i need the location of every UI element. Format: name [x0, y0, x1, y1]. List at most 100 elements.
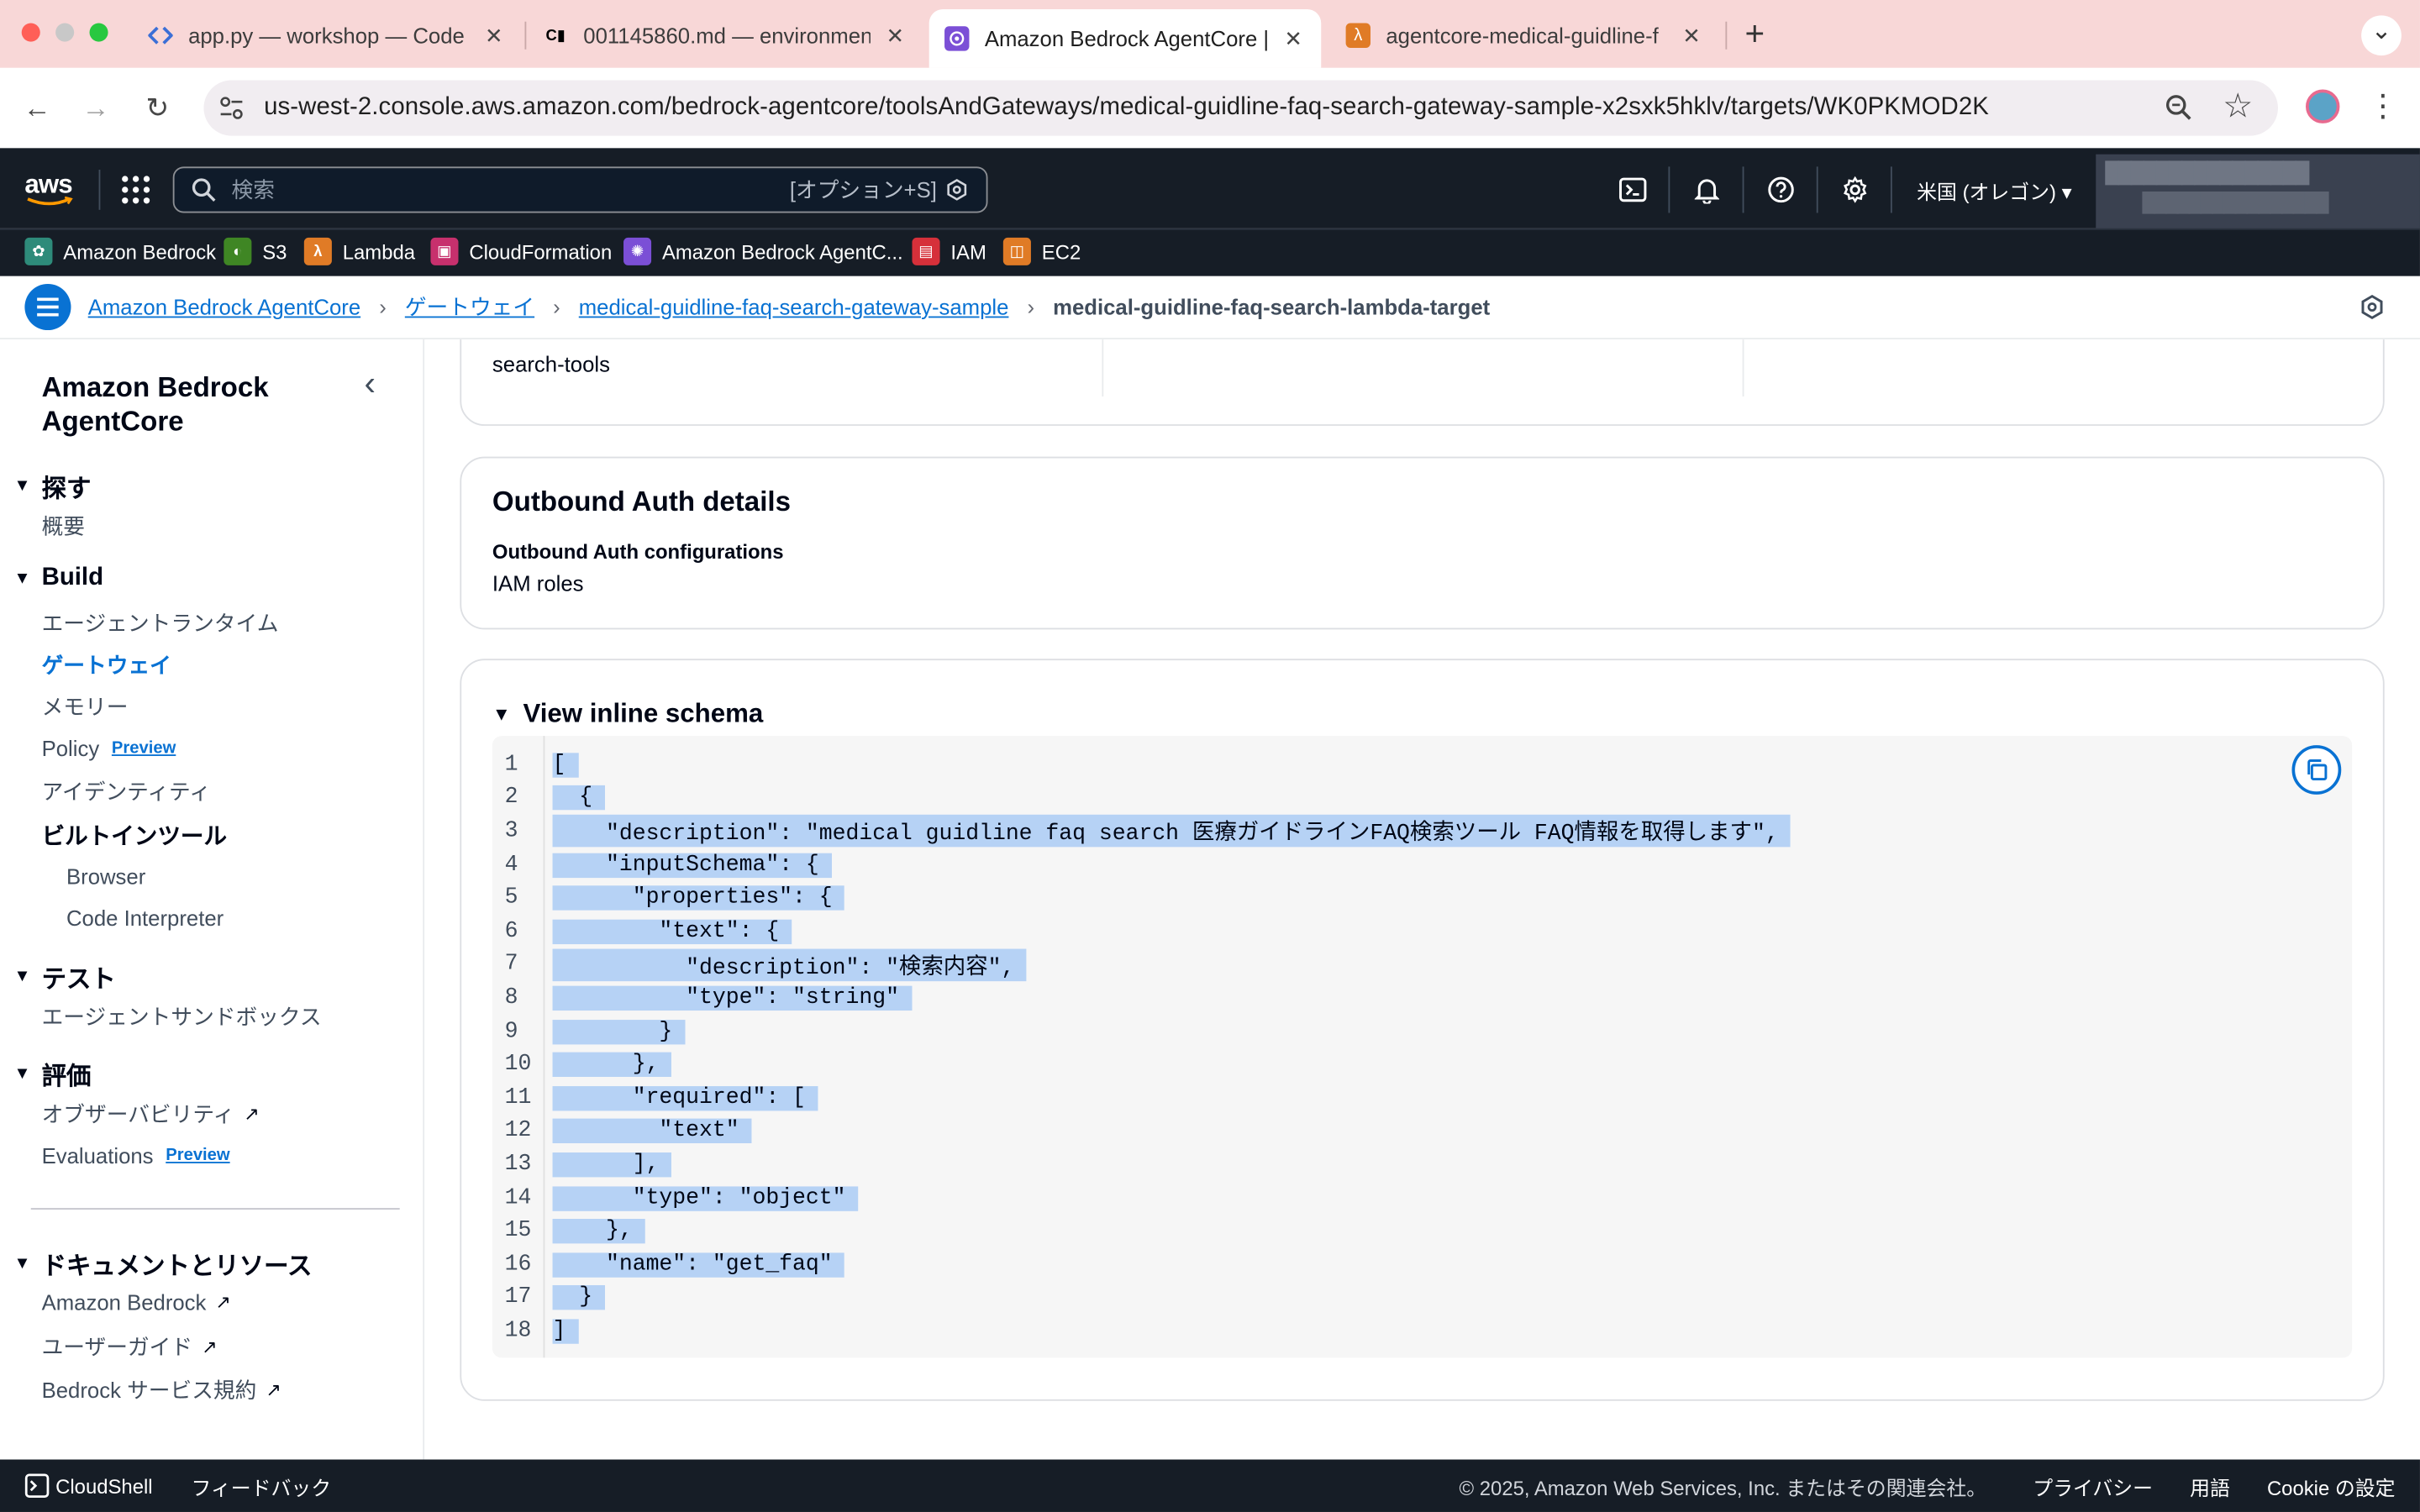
close-tab-icon[interactable]: ✕	[1281, 25, 1305, 51]
close-tab-icon[interactable]: ✕	[883, 23, 908, 49]
zoom-icon[interactable]	[2164, 92, 2195, 123]
code-text: "type": "string"	[552, 985, 912, 1011]
line-number: 13	[504, 1152, 532, 1178]
back-button[interactable]: ←	[15, 87, 58, 129]
services-grid-icon[interactable]	[120, 175, 151, 206]
favorite-ec2[interactable]: ◫ EC2	[1002, 234, 1081, 268]
sidebar-item-agent-sandbox[interactable]: エージェントサンドボックス	[42, 1001, 322, 1032]
view-inline-schema-toggle[interactable]: ▼ View inline schema	[492, 699, 763, 730]
code-line: 4 "inputSchema": {	[505, 848, 1791, 882]
code-line: 1[	[505, 748, 1791, 782]
privacy-link[interactable]: プライバシー	[2033, 1471, 2153, 1500]
forward-button[interactable]: →	[74, 87, 117, 129]
breadcrumb-gateway-link[interactable]: ゲートウェイ	[405, 291, 534, 323]
caret-down-icon: ▼	[13, 1064, 31, 1084]
console-search-input[interactable]: 検索 [オプション+S]	[172, 166, 988, 213]
preview-badge[interactable]: Preview	[166, 1147, 229, 1165]
new-tab-button[interactable]: +	[1738, 14, 1771, 52]
sidebar-divider	[30, 1208, 400, 1210]
browser-tab-active[interactable]: Amazon Bedrock AgentCore | ✕	[929, 9, 1322, 68]
line-number: 6	[504, 919, 518, 944]
sidebar-item-browser[interactable]: Browser	[66, 864, 145, 889]
external-link-icon: ↗	[244, 1103, 260, 1125]
code-text: "text"	[552, 1119, 752, 1144]
info-panel-icon[interactable]	[2360, 294, 2384, 320]
sidebar-section-docs[interactable]: ▼ ドキュメントとリソース	[14, 1245, 313, 1282]
help-icon[interactable]	[1761, 170, 1802, 210]
sidebar-item-policy[interactable]: Policy Preview	[42, 736, 176, 760]
favorite-s3[interactable]: ◐ S3	[224, 234, 287, 268]
code-line: 2 {	[505, 781, 1791, 815]
copy-button[interactable]	[2291, 745, 2342, 795]
favorite-lambda[interactable]: λ Lambda	[303, 234, 415, 268]
browser-tab[interactable]: λ agentcore-medical-guidline-f ✕	[1330, 9, 1719, 61]
sidebar-item-evaluations[interactable]: Evaluations Preview	[42, 1143, 230, 1168]
line-number: 18	[504, 1319, 532, 1344]
close-tab-icon[interactable]: ✕	[481, 23, 506, 49]
cm-icon: C▮	[545, 27, 566, 45]
sidebar-item-identity[interactable]: アイデンティティ	[42, 776, 211, 807]
browser-tab[interactable]: C▮ 001145860.md — environmen ✕	[528, 9, 923, 61]
preview-badge[interactable]: Preview	[112, 739, 176, 758]
code-text: ]	[552, 1319, 579, 1344]
cookie-settings-link[interactable]: Cookie の設定	[2267, 1471, 2396, 1500]
url-text[interactable]: us-west-2.console.aws.amazon.com/bedrock…	[264, 94, 1989, 122]
code-line: 15 },	[505, 1215, 1791, 1248]
code-text: "inputSchema": {	[552, 852, 832, 878]
cloudshell-link[interactable]: CloudShell	[55, 1474, 152, 1498]
close-window-button[interactable]	[21, 23, 40, 42]
ec2-icon: ◫	[1002, 237, 1031, 265]
favorite-cloudformation[interactable]: ▣ CloudFormation	[430, 234, 612, 268]
account-menu[interactable]: ████████████████ ████████████████	[2096, 154, 2420, 228]
sidebar-item-code-interpreter[interactable]: Code Interpreter	[66, 906, 224, 930]
breadcrumb-gateway-sample-link[interactable]: medical-guidline-faq-search-gateway-samp…	[579, 295, 1009, 319]
feedback-link[interactable]: フィードバック	[192, 1471, 332, 1500]
aws-logo[interactable]: aws	[24, 170, 76, 207]
cloudshell-icon[interactable]	[24, 1473, 50, 1498]
header-divider	[1668, 166, 1670, 213]
breadcrumb-agentcore-link[interactable]: Amazon Bedrock AgentCore	[88, 295, 360, 319]
sidebar-item-agent-runtime[interactable]: エージェントランタイム	[42, 608, 279, 639]
favorite-amazon-bedrock[interactable]: ✿ Amazon Bedrock	[24, 234, 216, 268]
cloudshell-icon[interactable]	[1612, 170, 1653, 210]
sidebar-item-memory[interactable]: メモリー	[42, 691, 129, 722]
favorite-bedrock-agentcore[interactable]: ✺ Amazon Bedrock AgentC...	[623, 234, 903, 268]
address-bar[interactable]: us-west-2.console.aws.amazon.com/bedrock…	[203, 80, 2278, 136]
settings-gear-icon[interactable]	[1835, 170, 1876, 210]
sidebar-section-build[interactable]: ▼ Build	[14, 564, 104, 592]
close-tab-icon[interactable]: ✕	[1679, 23, 1703, 49]
collapse-sidebar-button[interactable]: ‹	[364, 364, 375, 404]
profile-avatar[interactable]	[2306, 89, 2340, 123]
code-line: 7 "description": "検索内容",	[505, 948, 1791, 982]
code-text: {	[552, 785, 605, 811]
terms-link[interactable]: 用語	[2190, 1471, 2230, 1500]
bookmark-star-icon[interactable]: ☆	[2219, 87, 2256, 125]
target-tools-value: search-tools	[492, 351, 610, 377]
reload-button[interactable]: ↻	[136, 87, 179, 129]
sidebar-link-amazon-bedrock[interactable]: Amazon Bedrock ↗	[42, 1289, 231, 1314]
favorite-iam[interactable]: ▤ IAM	[912, 234, 986, 268]
notifications-bell-icon[interactable]	[1687, 170, 1728, 210]
minimize-window-button[interactable]	[55, 23, 75, 42]
code-text: "description": "medical guidline faq sea…	[552, 815, 1791, 848]
sidebar-item-overview[interactable]: 概要	[42, 511, 85, 542]
search-shortcut-hint: [オプション+S]	[789, 177, 937, 202]
header-divider	[98, 170, 101, 210]
region-selector[interactable]: 米国 (オレゴン) ▾	[1917, 176, 2071, 205]
schema-code-block[interactable]: 1[2 {3 "description": "medical guidline …	[492, 736, 2353, 1358]
sidebar-link-user-guide[interactable]: ユーザーガイド ↗	[42, 1331, 218, 1362]
sidebar-title[interactable]: Amazon Bedrock AgentCore	[42, 370, 335, 438]
sidebar-item-gateway[interactable]: ゲートウェイ	[42, 649, 171, 680]
sidebar-item-observability[interactable]: オブザーバビリティ ↗	[42, 1099, 260, 1130]
sidebar-section-test[interactable]: ▼ テスト	[14, 958, 116, 995]
site-info-icon[interactable]	[219, 96, 244, 120]
tab-search-button[interactable]: ⌄	[2361, 15, 2402, 56]
browser-menu-button[interactable]: ⋮	[2367, 87, 2398, 127]
sidebar-link-service-terms[interactable]: Bedrock サービス規約 ↗	[42, 1374, 281, 1405]
favorite-label: EC2	[1041, 239, 1081, 264]
maximize-window-button[interactable]	[89, 23, 108, 42]
sidebar-section-explore[interactable]: ▼ 探す	[14, 468, 92, 505]
browser-tab[interactable]: app.py — workshop — Code E ✕	[133, 9, 522, 61]
sidebar-section-evaluation[interactable]: ▼ 評価	[14, 1055, 92, 1092]
navigation-menu-button[interactable]	[24, 283, 71, 331]
